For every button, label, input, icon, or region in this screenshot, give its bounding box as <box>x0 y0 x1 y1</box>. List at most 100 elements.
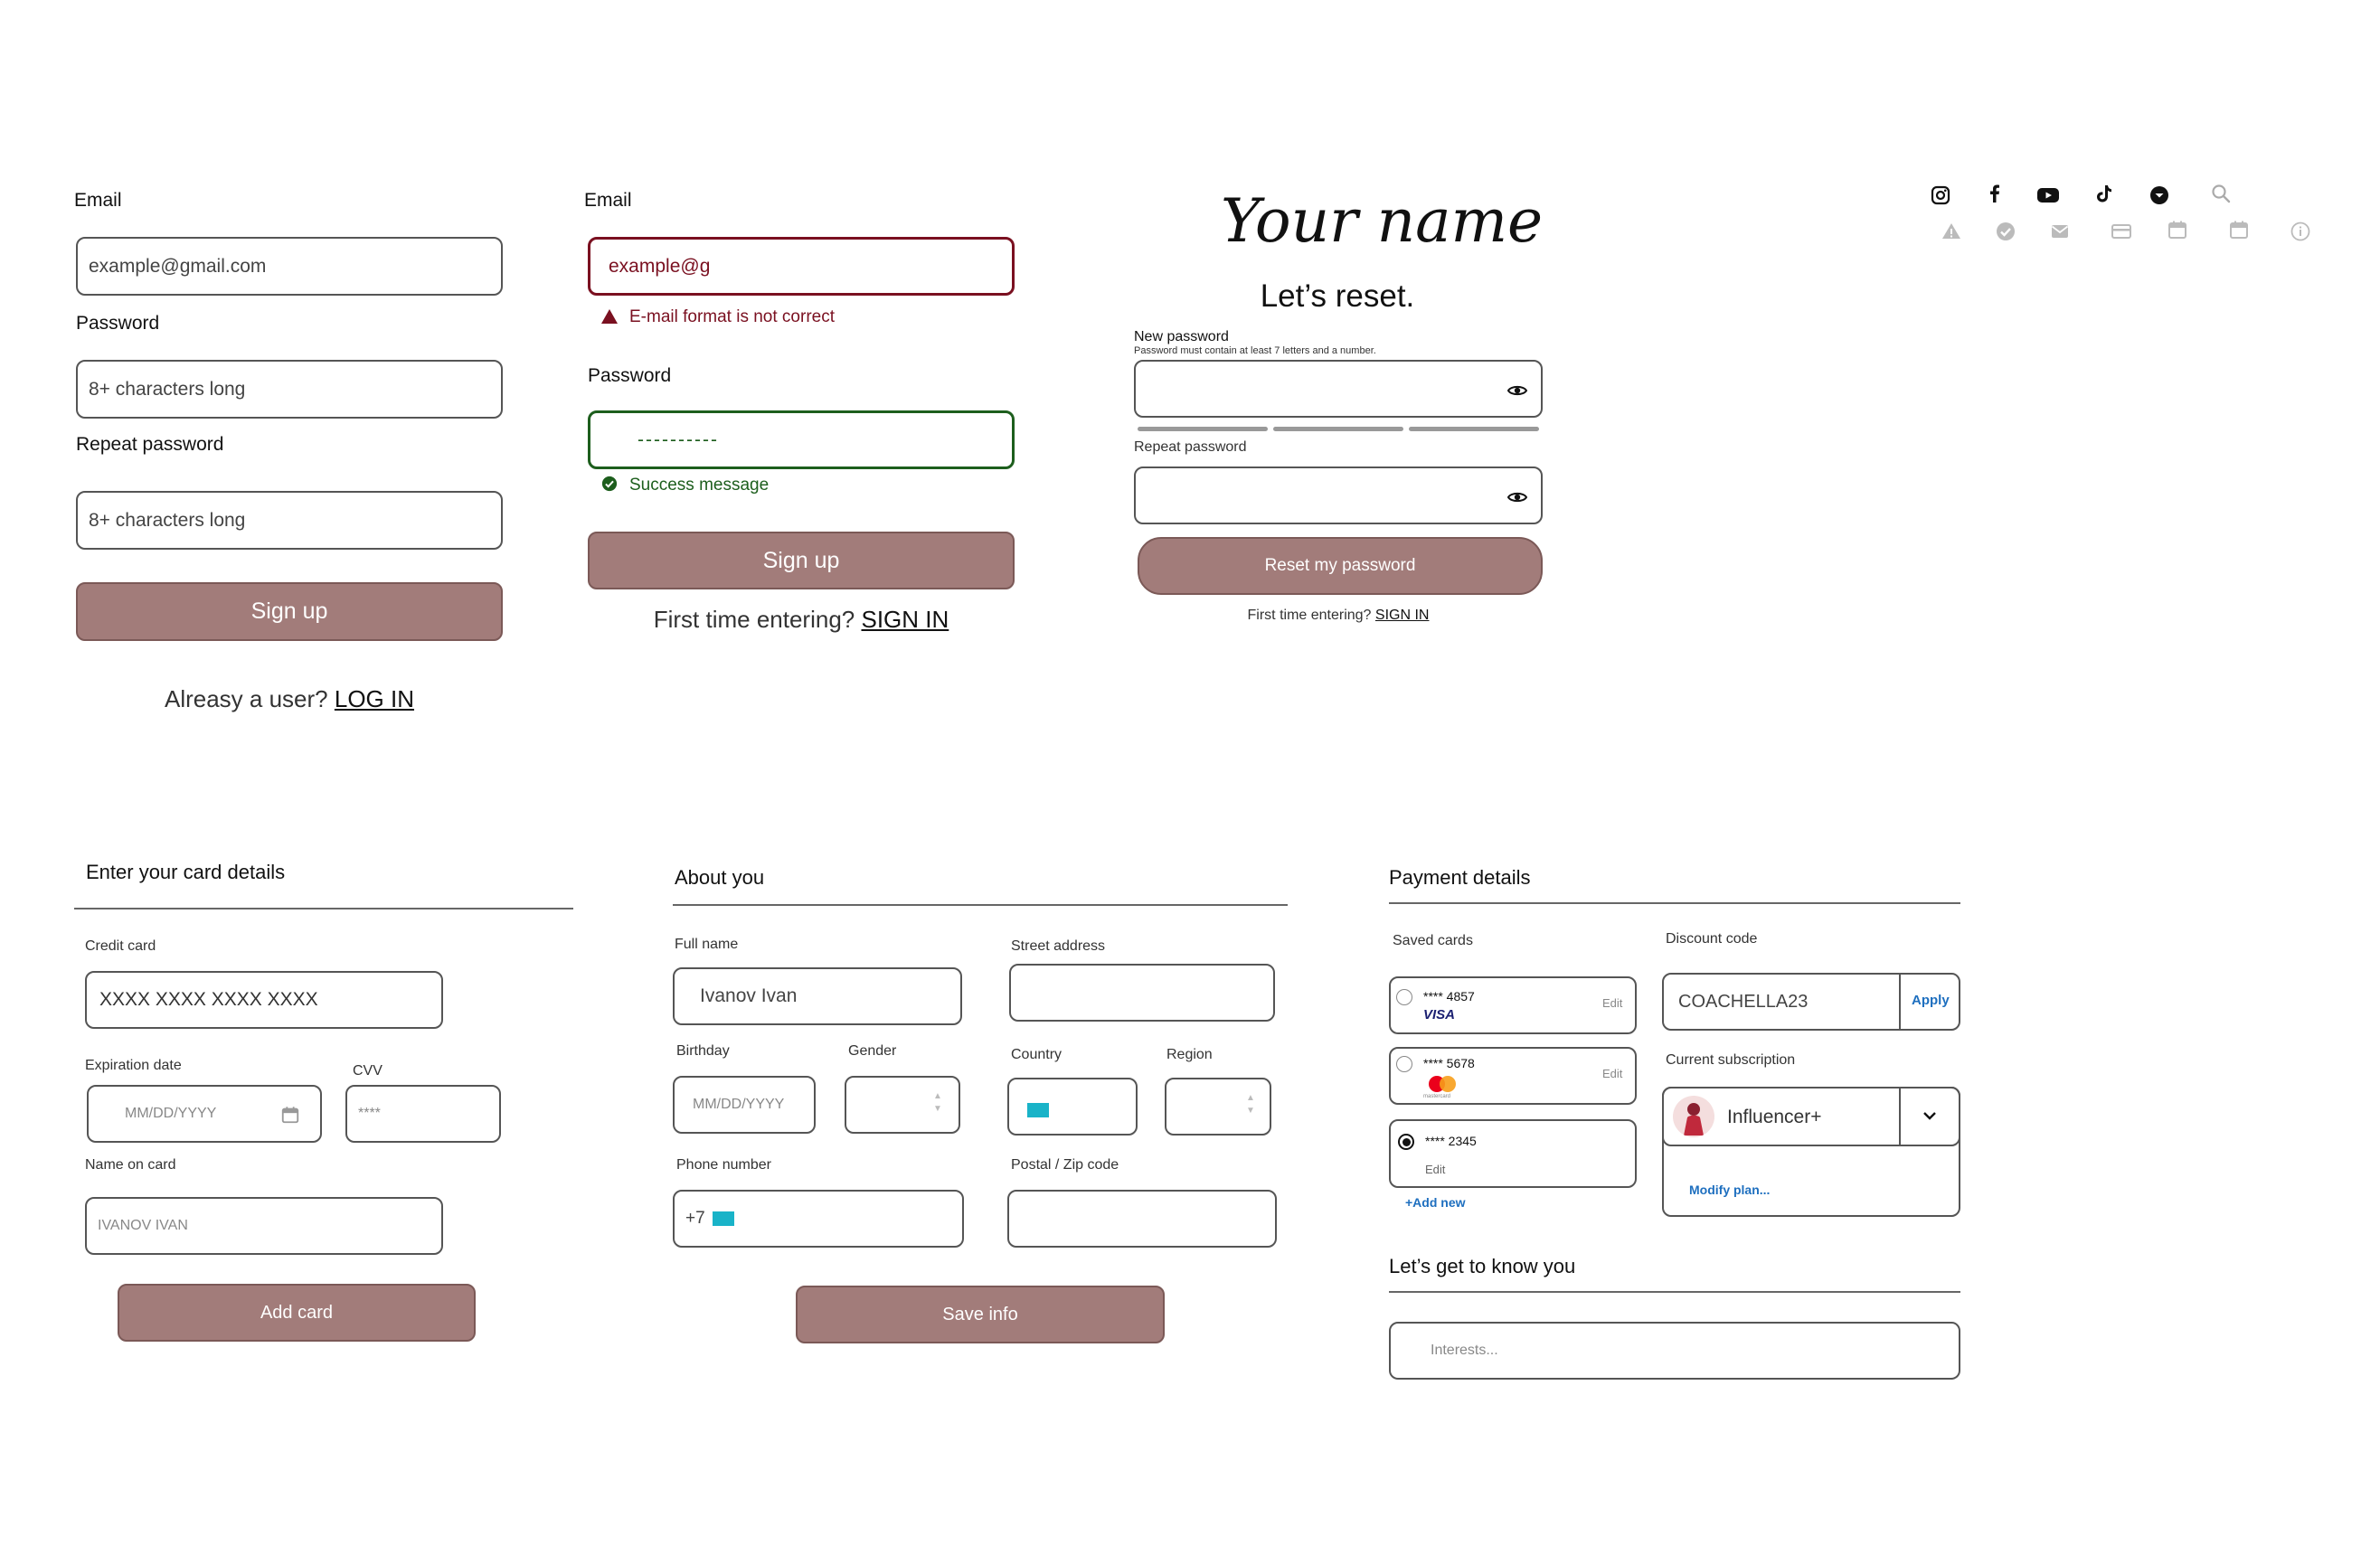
youtube-icon[interactable] <box>2036 184 2060 206</box>
reset-password-button[interactable]: Reset my password <box>1138 537 1543 595</box>
expiration-date-input[interactable]: MM/DD/YYYY <box>87 1085 322 1143</box>
edit-card-link[interactable]: Edit <box>1425 1163 1445 1176</box>
region-select[interactable]: ▲ ▼ <box>1165 1078 1271 1136</box>
discount-code-value: COACHELLA23 <box>1678 991 1809 1012</box>
edit-card-link[interactable]: Edit <box>1602 996 1622 1010</box>
card-number: **** 5678 <box>1423 1056 1475 1070</box>
chevron-down-icon[interactable] <box>1919 1105 1941 1126</box>
email-label: Email <box>74 190 122 211</box>
add-new-card-link[interactable]: +Add new <box>1405 1195 1466 1210</box>
search-icon[interactable] <box>2210 183 2232 204</box>
check-circle-icon <box>1995 221 2016 242</box>
mastercard-wordmark: mastercard <box>1423 1094 1451 1099</box>
phone-prefix: +7 <box>685 1209 705 1228</box>
sign-up-button[interactable]: Sign up <box>588 532 1015 589</box>
divider <box>74 908 573 909</box>
subscription-select[interactable]: Influencer+ <box>1662 1087 1960 1146</box>
sign-in-link[interactable]: SIGN IN <box>1375 608 1430 623</box>
warning-icon <box>600 307 619 325</box>
know-you-title: Let’s get to know you <box>1389 1255 1576 1277</box>
password-input[interactable]: 8+ characters long <box>76 360 503 419</box>
log-in-link[interactable]: LOG IN <box>335 685 414 712</box>
new-password-label: New password <box>1134 329 1229 344</box>
credit-card-label: Credit card <box>85 938 156 954</box>
add-card-button[interactable]: Add card <box>118 1284 476 1342</box>
card-radio-selected[interactable] <box>1398 1134 1414 1150</box>
stepper-arrows-icon[interactable]: ▲ ▼ <box>933 1090 942 1116</box>
stepper-arrows-icon[interactable]: ▲ ▼ <box>1246 1092 1255 1117</box>
discount-code-label: Discount code <box>1666 931 1758 947</box>
email-error-message: E-mail format is not correct <box>629 307 835 326</box>
country-select[interactable] <box>1007 1078 1138 1136</box>
street-address-label: Street address <box>1011 938 1106 954</box>
password-success-message: Success message <box>629 476 770 495</box>
password-input-success[interactable]: ---------- <box>588 410 1015 469</box>
visa-logo: VISA <box>1423 1007 1456 1023</box>
login-prompt-text: Alreasy a user? <box>164 685 328 712</box>
strength-bar-segment <box>1273 427 1403 431</box>
discount-code-input[interactable]: COACHELLA23 Apply <box>1662 973 1960 1031</box>
email-input[interactable]: example@gmail.com <box>76 237 503 296</box>
card-number: **** 2345 <box>1425 1134 1477 1148</box>
saved-card-item[interactable]: **** 5678 mastercard Edit <box>1389 1047 1637 1105</box>
card-radio[interactable] <box>1396 989 1412 1005</box>
saved-card-item-selected[interactable]: **** 2345 Edit <box>1389 1119 1637 1188</box>
repeat-password-input[interactable]: 8+ characters long <box>76 491 503 550</box>
gender-select[interactable]: ▲ ▼ <box>845 1076 960 1134</box>
card-radio[interactable] <box>1396 1056 1412 1072</box>
sign-in-prompt-text: First time entering? <box>653 606 855 633</box>
interests-input[interactable]: Interests... <box>1389 1322 1960 1380</box>
cvv-input[interactable]: **** <box>345 1085 501 1143</box>
chevron-circle-icon[interactable] <box>2149 184 2170 206</box>
street-address-input[interactable] <box>1009 964 1275 1022</box>
facebook-icon[interactable] <box>1984 183 2006 204</box>
phone-number-input[interactable]: +7 <box>673 1190 964 1248</box>
calendar-icon[interactable] <box>280 1105 300 1125</box>
strength-bar-segment <box>1409 427 1539 431</box>
email-label: Email <box>584 190 632 211</box>
repeat-password-label: Repeat password <box>76 434 224 455</box>
saved-card-item[interactable]: **** 4857 VISA Edit <box>1389 976 1637 1034</box>
full-name-label: Full name <box>675 937 739 952</box>
calendar-icon <box>2167 219 2188 240</box>
name-on-card-input[interactable]: IVANOV IVAN <box>85 1197 443 1255</box>
cvv-label: CVV <box>353 1063 382 1079</box>
check-circle-icon <box>601 476 618 492</box>
name-on-card-label: Name on card <box>85 1157 176 1173</box>
card-number: **** 4857 <box>1423 989 1475 1004</box>
eye-icon[interactable] <box>1506 380 1528 401</box>
divider <box>1389 902 1960 904</box>
apply-button[interactable]: Apply <box>1912 993 1950 1008</box>
new-password-input[interactable] <box>1134 360 1543 418</box>
subscription-panel: Influencer+ Modify plan... <box>1662 1087 1960 1217</box>
phone-number-label: Phone number <box>676 1157 771 1173</box>
repeat-password-input[interactable] <box>1134 466 1543 524</box>
email-input-error[interactable]: example@g <box>588 237 1015 296</box>
birthday-label: Birthday <box>676 1043 730 1059</box>
calendar-icon <box>2228 219 2250 240</box>
sign-in-prompt: First time entering? SIGN IN <box>588 606 1015 634</box>
sign-in-prompt-text: First time entering? <box>1247 608 1372 623</box>
birthday-input[interactable]: MM/DD/YYYY <box>673 1076 816 1134</box>
postal-code-input[interactable] <box>1007 1190 1277 1248</box>
mail-icon <box>2049 221 2071 242</box>
save-info-button[interactable]: Save info <box>796 1286 1165 1343</box>
full-name-input[interactable]: Ivanov Ivan <box>673 967 962 1025</box>
modify-plan-link[interactable]: Modify plan... <box>1689 1183 1770 1197</box>
payment-section-title: Payment details <box>1389 866 1531 889</box>
divider <box>673 904 1288 906</box>
credit-card-icon <box>2111 221 2132 242</box>
current-subscription-label: Current subscription <box>1666 1052 1796 1068</box>
strength-bar-segment <box>1138 427 1268 431</box>
instagram-icon[interactable] <box>1930 184 1951 206</box>
eye-icon[interactable] <box>1506 486 1528 508</box>
credit-card-input[interactable]: XXXX XXXX XXXX XXXX <box>85 971 443 1029</box>
repeat-password-label: Repeat password <box>1134 439 1247 455</box>
divider <box>1899 975 1901 1029</box>
sign-up-button[interactable]: Sign up <box>76 582 503 641</box>
sign-in-link[interactable]: SIGN IN <box>861 606 949 633</box>
reset-title: Let’s reset. <box>1260 278 1415 314</box>
postal-code-label: Postal / Zip code <box>1011 1157 1119 1173</box>
tiktok-icon[interactable] <box>2092 183 2114 204</box>
edit-card-link[interactable]: Edit <box>1602 1067 1622 1080</box>
